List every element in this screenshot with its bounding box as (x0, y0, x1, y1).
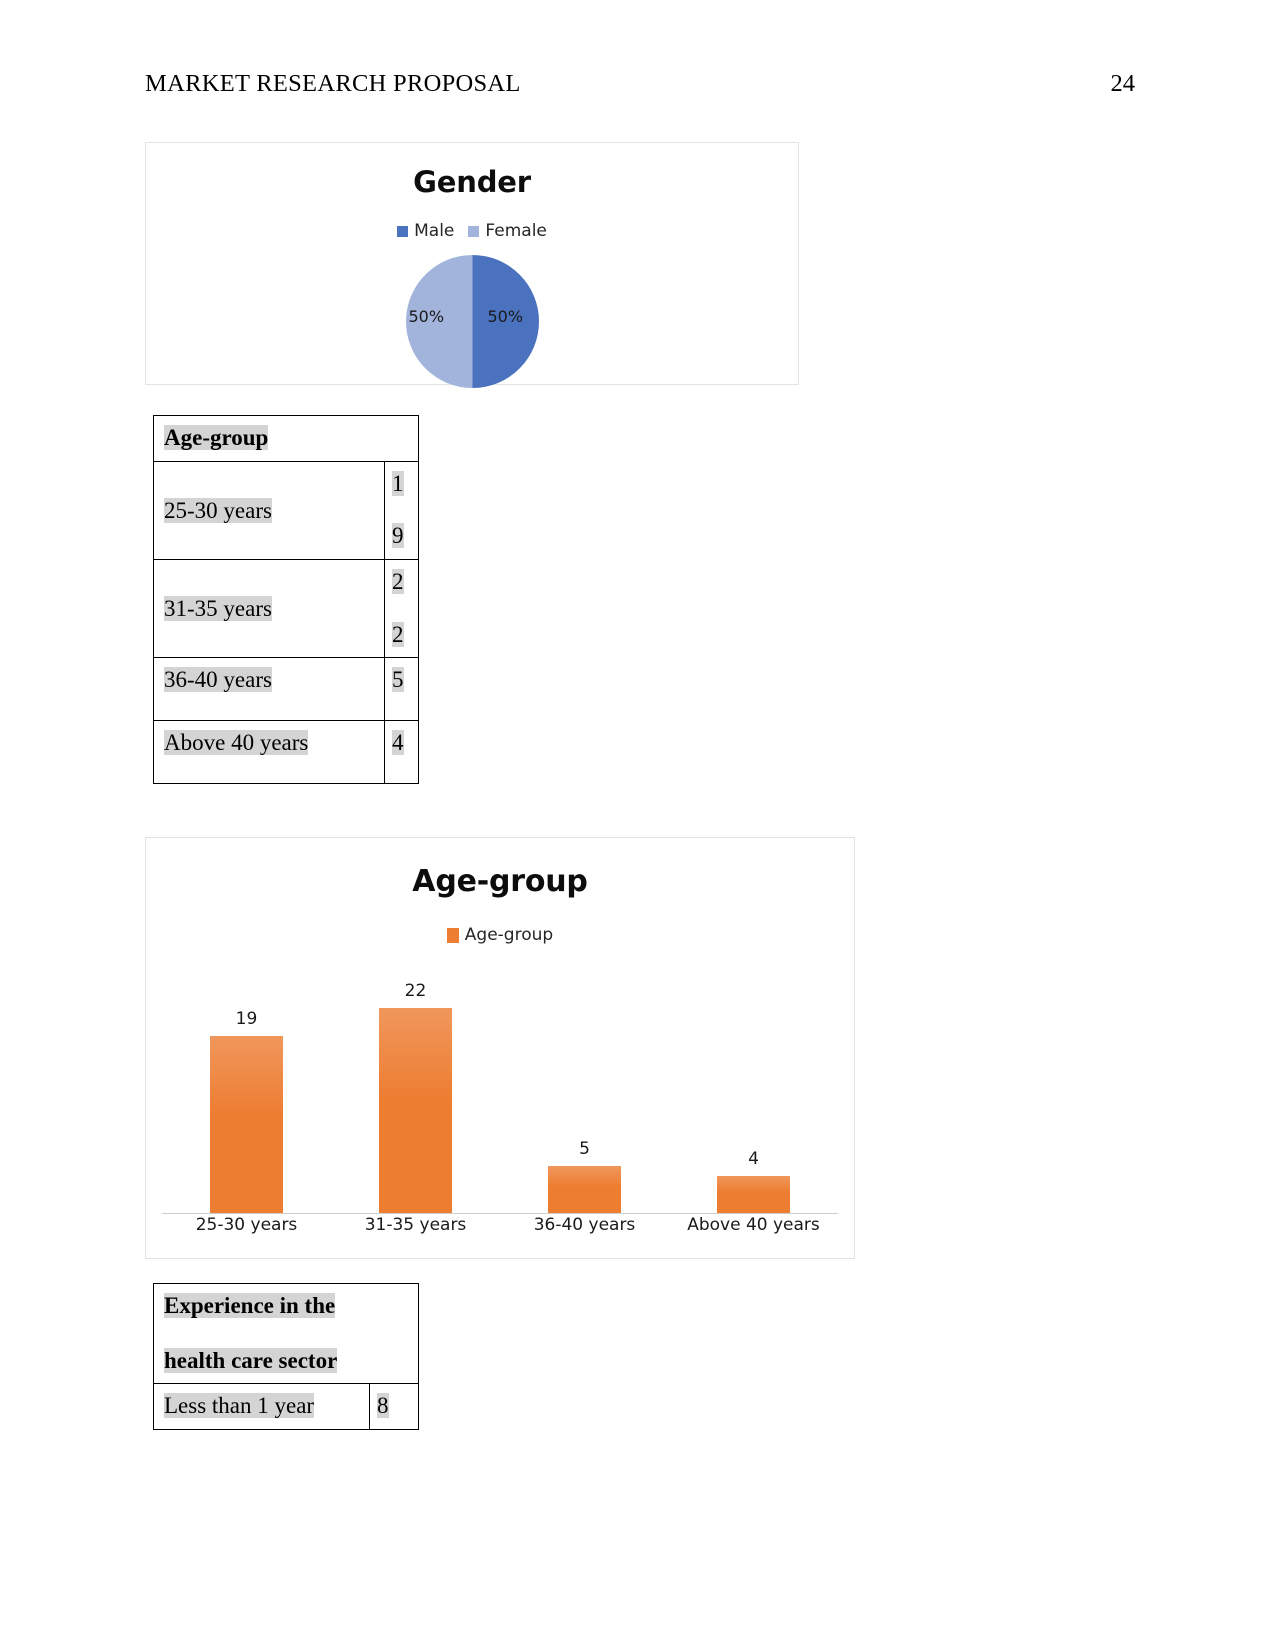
row-label-31-35: 31-35 years (164, 595, 272, 621)
x-tick-label-36-40: 36-40 years (533, 1215, 636, 1235)
bar-slot: 5 (500, 959, 669, 1213)
x-tick-label-above-40: Above 40 years (687, 1215, 820, 1235)
experience-table-header-line2: health care sector (164, 1347, 338, 1373)
table-row-header: Age-group (152, 415, 420, 462)
pie-chart-title: Gender (413, 165, 531, 199)
table-cell-value: 1 9 (383, 460, 420, 560)
row-label-36-40: 36-40 years (164, 667, 272, 693)
row-label-less-than-1-year: Less than 1 year (164, 1393, 315, 1419)
row-value-above-40: 4 (392, 730, 404, 756)
legend-swatch-age-group-icon (446, 927, 459, 943)
table-cell-value: 4 (383, 720, 420, 785)
experience-table-header-line1: Experience in the (164, 1293, 336, 1318)
table-cell-label: 25-30 years (153, 460, 385, 560)
age-group-table-header-cell: Age-group (152, 415, 420, 462)
bar-above-40 (717, 1175, 790, 1213)
row-value-31-35-line2: 2 (392, 621, 404, 647)
page-number: 24 (1110, 70, 1136, 97)
row-value-31-35-line1: 2 (392, 568, 404, 594)
running-title: MARKET RESEARCH PROPOSAL (145, 70, 521, 97)
bar-25-30 (210, 1035, 283, 1213)
gender-pie-chart: Gender Male Female 50% 50% (145, 142, 799, 388)
experience-table: Experience in the health care sector Les… (152, 1282, 420, 1430)
pie-chart-legend: Male Female (146, 221, 798, 241)
table-cell-value: 5 (383, 657, 420, 722)
x-axis-categories: 25-30 years 31-35 years 36-40 years Abov… (162, 1215, 838, 1241)
table-cell-label: Above 40 years (153, 720, 385, 785)
bar-slot: 4 (669, 959, 838, 1213)
age-group-bar-chart: Age-group Age-group 19 22 5 4 25-30 year… (145, 837, 855, 1259)
bar-31-35 (379, 1007, 452, 1213)
table-row: 36-40 years 5 (153, 657, 420, 722)
pie-slice-label-male: 50% (487, 307, 524, 326)
bar-chart-legend: Age-group (146, 925, 854, 945)
table-row: 31-35 years 2 2 (153, 558, 420, 659)
bar-value-label: 5 (579, 1139, 590, 1160)
bar-slot: 19 (162, 959, 331, 1213)
x-axis-line (162, 1213, 838, 1214)
table-cell-label: Less than 1 year (153, 1383, 370, 1430)
age-group-table: Age-group 25-30 years 1 9 31-35 years 2 (152, 415, 420, 785)
legend-label-female: Female (485, 221, 547, 241)
legend-label-age-group: Age-group (464, 925, 554, 945)
bar-value-label: 22 (404, 980, 427, 1001)
table-cell-label: 31-35 years (153, 558, 385, 659)
row-label-25-30: 25-30 years (164, 497, 272, 523)
table-cell-value: 2 2 (383, 558, 420, 659)
x-tick-label-25-30: 25-30 years (195, 1215, 298, 1235)
row-label-above-40: Above 40 years (164, 730, 309, 756)
bar-slot: 22 (331, 959, 500, 1213)
legend-entry-age-group: Age-group (446, 925, 554, 945)
bar-36-40 (548, 1166, 621, 1213)
table-row: Less than 1 year 8 (153, 1383, 420, 1430)
bar-chart-plot-area: 19 22 5 4 25-30 years 31-35 years 36-40 … (162, 959, 838, 1241)
legend-swatch-male-icon (397, 225, 409, 237)
legend-entry-male: Male (397, 221, 454, 241)
bar-value-label: 4 (748, 1148, 759, 1169)
table-row-header: Experience in the health care sector (152, 1282, 420, 1385)
bars-container: 19 22 5 4 (162, 959, 838, 1213)
pie-slice-label-female: 50% (408, 307, 445, 326)
age-group-table-header-label: Age-group (164, 425, 269, 450)
table-row: 25-30 years 1 9 (153, 460, 420, 560)
row-value-36-40: 5 (392, 667, 404, 693)
page-header: MARKET RESEARCH PROPOSAL 24 (145, 70, 1135, 104)
row-value-25-30-line2: 9 (392, 523, 404, 549)
legend-label-male: Male (414, 221, 455, 241)
table-cell-label: 36-40 years (153, 657, 385, 722)
legend-swatch-female-icon (468, 225, 480, 237)
row-value-less-than-1-year: 8 (377, 1393, 389, 1419)
legend-entry-female: Female (468, 221, 547, 241)
bar-value-label: 19 (235, 1008, 258, 1029)
row-value-25-30-line1: 1 (392, 470, 404, 496)
x-tick-label-31-35: 31-35 years (364, 1215, 467, 1235)
experience-table-header-cell: Experience in the health care sector (152, 1282, 420, 1385)
table-row: Above 40 years 4 (153, 720, 420, 785)
bar-chart-title: Age-group (412, 864, 588, 899)
table-cell-value: 8 (368, 1383, 420, 1430)
pie-graphic: 50% 50% (405, 255, 539, 388)
